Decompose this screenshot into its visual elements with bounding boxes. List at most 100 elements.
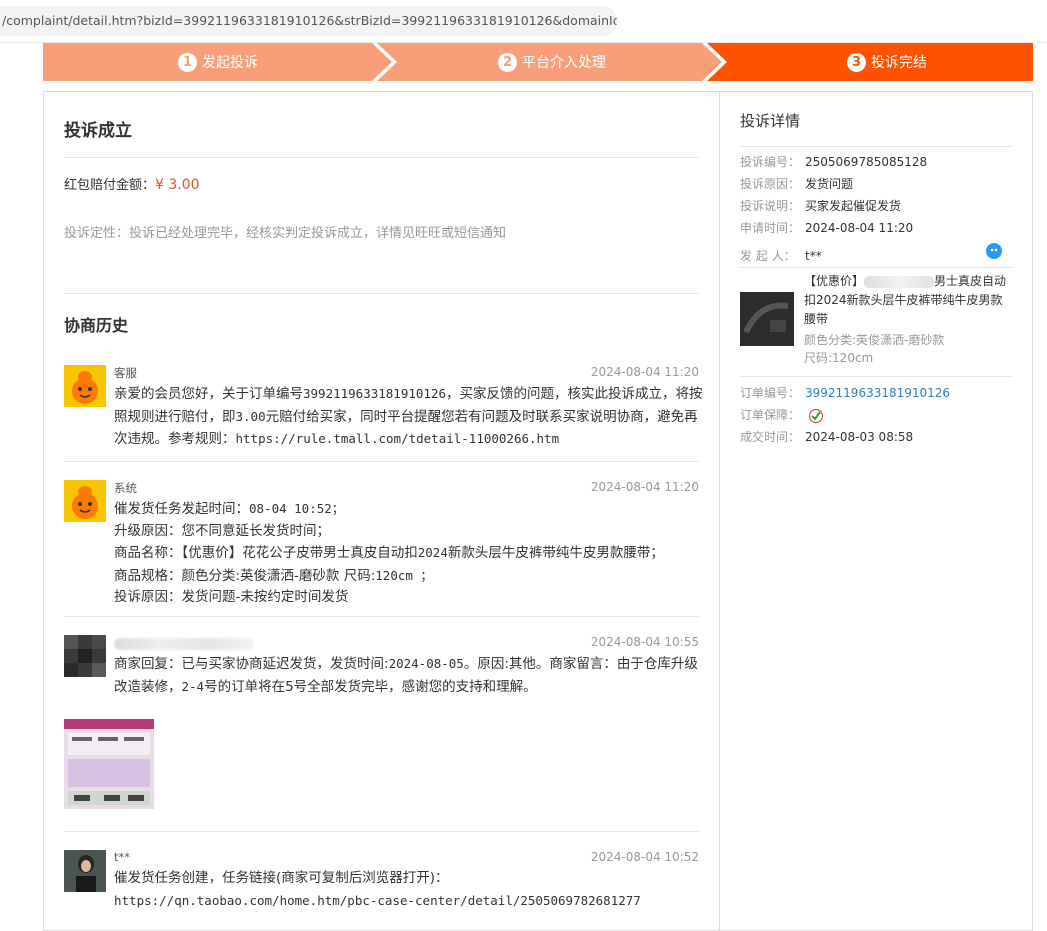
wangwang-chat-icon[interactable] (985, 242, 1003, 260)
divider (64, 831, 699, 832)
step-3-label: 投诉完结 (871, 55, 927, 71)
blurred-merchant-name (114, 638, 254, 650)
message-text: 商家回复：已与买家协商延迟发货，发货时间:2024-08-05。原因:其他。商家… (114, 653, 704, 698)
line-part: 商品规格：颜色分类:英俊潇洒-磨砂款 尺码: (114, 567, 376, 584)
message-text-part: 催发货任务创建，任务链接(商家可复制后浏览器打开)： (114, 870, 449, 886)
line-value: 08-04 10:52； (249, 501, 345, 516)
history-item: 客服 2024-08-04 11:20 亲爱的会员您好，关于订单编号399211… (64, 365, 703, 460)
divider (64, 461, 699, 462)
message-author: t** (114, 850, 131, 864)
attachment-image[interactable] (64, 719, 154, 809)
history-title: 协商历史 (64, 316, 129, 335)
row-value: 发货问题 (805, 177, 854, 191)
row-value: t** (805, 249, 822, 263)
row-key: 订单编号： (740, 386, 801, 400)
row-value: 买家发起催促发货 (805, 199, 902, 213)
system-avatar-icon (64, 480, 106, 522)
divider (740, 146, 1013, 147)
detail-row-apply-time: 申请时间： 2024-08-04 11:20 (740, 219, 913, 236)
line-part: 2024 (417, 545, 448, 560)
row-key: 投诉原因： (740, 177, 801, 191)
product-title-prefix: 【优惠价】 (804, 274, 865, 288)
history-item: 2024-08-04 10:55 商家回复：已与买家协商延迟发货，发货时间:20… (64, 635, 699, 815)
step-3: 3 投诉完结 (707, 43, 1033, 81)
step-2-label: 平台介入处理 (522, 55, 606, 71)
message-line: 升级原因：您不同意延长发货时间； (114, 522, 330, 539)
amount-label: 红包赔付金额： (64, 178, 156, 193)
ship-date: 2024-08-05 (388, 656, 464, 671)
message-text: 催发货任务创建，任务链接(商家可复制后浏览器打开)： https://qn.tao… (114, 868, 704, 912)
buyer-avatar-icon (64, 850, 106, 892)
line-part: 商品名称：【优惠价】花花公子皮带男士真皮自动扣 (114, 545, 418, 561)
message-line: 催发货任务发起时间：08-04 10:52； (114, 498, 704, 521)
row-value: 2024-08-04 11:20 (805, 221, 914, 235)
message-time: 2024-08-04 11:20 (590, 480, 699, 494)
row-key: 发 起 人： (740, 249, 796, 263)
row-value: 2024-08-03 08:58 (805, 430, 914, 444)
row-key: 投诉编号： (740, 155, 801, 169)
step-3-number: 3 (847, 52, 866, 72)
history-item: t** 2024-08-04 10:52 催发货任务创建，任务链接(商家可复制后… (64, 850, 699, 920)
progress-steps: 1 发起投诉 2 平台介入处理 3 投诉完结 (43, 43, 1033, 81)
divider (64, 157, 699, 158)
message-text-part: 亲爱的会员您好，关于订单编号 (114, 386, 303, 402)
step-2-number: 2 (498, 52, 517, 72)
divider (740, 267, 1013, 268)
message-time: 2024-08-04 11:20 (590, 365, 699, 379)
message-text-part: 2-4 (181, 678, 205, 694)
address-bar[interactable]: /complaint/detail.htm?bizId=399211963318… (0, 6, 617, 36)
detail-row-guarantee: 订单保障： (740, 406, 823, 423)
message-line: 投诉原因：发货问题-未按约定时间发货 (114, 589, 349, 605)
divider (740, 376, 1013, 377)
amount-value: ¥ 3.00 (155, 177, 200, 193)
guarantee-icon (808, 408, 823, 423)
divider (64, 616, 699, 617)
product-title[interactable]: 【优惠价】 男士真皮自动扣2024新款头层牛皮裤带纯牛皮男款腰带 (804, 272, 1009, 329)
detail-row-initiator: 发 起 人： t** (740, 247, 822, 264)
row-key: 订单保障： (740, 408, 801, 422)
complaint-verdict: 投诉定性：投诉已经处理完毕，经核实判定投诉成立，详情见旺旺或短信通知 (64, 226, 507, 241)
service-avatar-icon (64, 365, 106, 407)
divider (64, 293, 699, 294)
result-title: 投诉成立 (64, 121, 132, 141)
message-time: 2024-08-04 10:52 (590, 850, 699, 864)
line-part: 新款头层牛皮裤带纯牛皮男款腰带； (447, 545, 664, 561)
row-key: 投诉说明： (740, 199, 801, 213)
detail-row-deal-time: 成交时间： 2024-08-03 08:58 (740, 428, 913, 445)
message-author: 客服 (114, 366, 137, 380)
merchant-avatar-icon (64, 635, 106, 677)
message-line: 商品名称：【优惠价】花花公子皮带男士真皮自动扣2024新款头层牛皮裤带纯牛皮男款… (114, 542, 704, 565)
detail-row-order-id: 订单编号： 3992119633181910126 (740, 384, 950, 401)
message-author: 系统 (114, 481, 137, 495)
line-part: 120cm ； (375, 567, 433, 583)
order-number: 3992119633181910126 (303, 386, 446, 401)
task-url: https://qn.taobao.com/home.htm/pbc-case-… (114, 892, 641, 908)
order-id-link[interactable]: 3992119633181910126 (805, 386, 950, 400)
blurred-brand (864, 275, 935, 288)
compensation-amount: 红包赔付金额：¥ 3.00 (64, 174, 200, 193)
step-1: 1 发起投诉 (43, 43, 393, 81)
detail-title: 投诉详情 (740, 112, 801, 130)
row-key: 申请时间： (740, 221, 801, 235)
address-bar-url: /complaint/detail.htm?bizId=399211963318… (2, 13, 617, 28)
product-image[interactable] (740, 292, 794, 346)
row-key: 成交时间： (740, 430, 801, 444)
message-text-part: 商家回复：已与买家协商延迟发货，发货时间: (114, 656, 389, 672)
detail-row-reason: 投诉原因： 发货问题 (740, 175, 853, 192)
detail-row-complaint-id: 投诉编号： 2505069785085128 (740, 153, 927, 170)
complaint-detail-panel: 投诉详情 投诉编号： 2505069785085128 投诉原因： 发货问题 投诉说… (719, 91, 1033, 931)
product-sku: 颜色分类:英俊潇洒-磨砂款 尺码:120cm (804, 331, 944, 367)
history-item: 系统 2024-08-04 11:20 催发货任务发起时间：08-04 10:5… (64, 480, 699, 610)
step-2: 2 平台介入处理 (377, 43, 727, 81)
rule-url: https://rule.tmall.com/tdetail-11000266.… (235, 431, 560, 446)
line-label: 催发货任务发起时间： (114, 501, 249, 517)
complaint-result-panel: 投诉成立 红包赔付金额：¥ 3.00 投诉定性：投诉已经处理完毕，经核实判定投诉… (43, 91, 720, 931)
message-line: 商品规格：颜色分类:英俊潇洒-磨砂款 尺码:120cm ； (114, 565, 704, 588)
message-text: 亲爱的会员您好，关于订单编号3992119633181910126，买家反馈的问… (114, 383, 704, 451)
row-value: 2505069785085128 (805, 155, 928, 169)
detail-row-description: 投诉说明： 买家发起催促发货 (740, 197, 901, 214)
sku-size: 尺码:120cm (804, 351, 874, 365)
message-text: 催发货任务发起时间：08-04 10:52； 升级原因：您不同意延长发货时间； … (114, 498, 704, 609)
amount-text: 3.00 (235, 408, 266, 424)
message-text-part: 号的订单将在5号全部发货完毕，感谢您的支持和理解。 (204, 678, 537, 695)
